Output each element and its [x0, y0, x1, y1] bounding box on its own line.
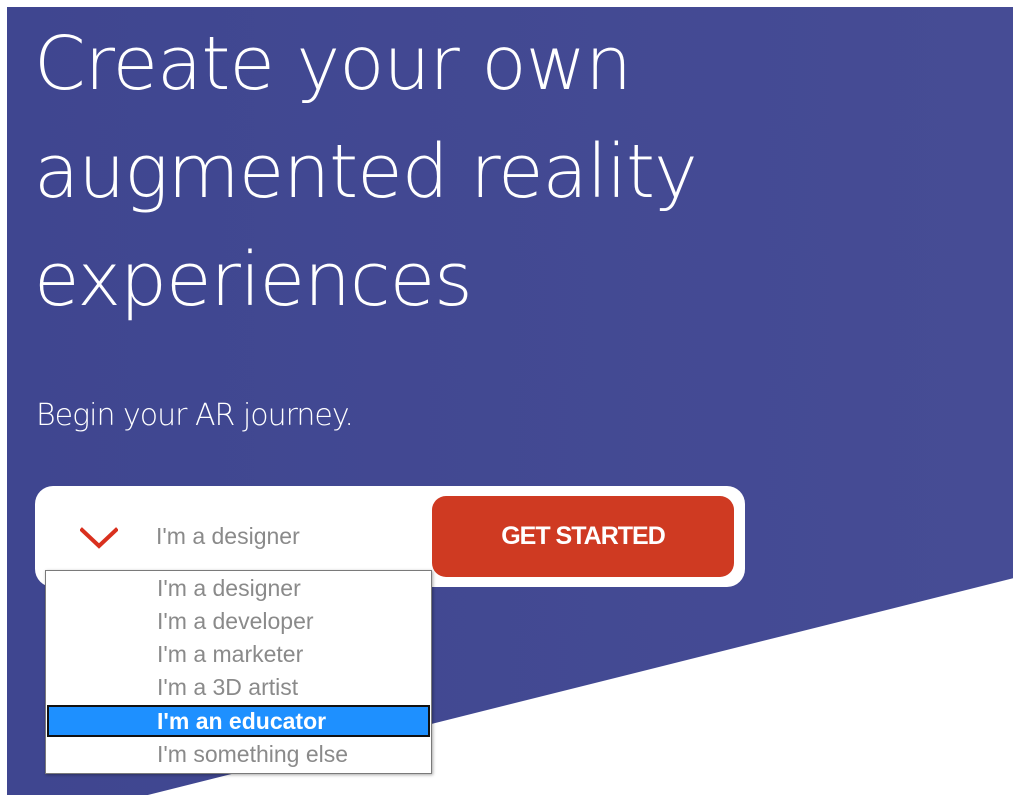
option-3d-artist[interactable]: I'm a 3D artist [47, 671, 430, 703]
chevron-down-icon[interactable] [80, 527, 118, 549]
role-select[interactable]: I'm a designer [156, 523, 300, 550]
get-started-button[interactable]: GET STARTED [432, 496, 734, 577]
headline-line-3: experiences [34, 237, 473, 323]
role-dropdown-list: I'm a designer I'm a developer I'm a mar… [45, 570, 432, 774]
option-educator[interactable]: I'm an educator [47, 705, 430, 737]
option-designer[interactable]: I'm a designer [47, 572, 430, 604]
hero-subheading: Begin your AR journey. [36, 398, 354, 433]
headline-line-2: augmented reality [34, 129, 698, 215]
page: Create your own augmented reality experi… [0, 0, 1013, 795]
hero-headline: Create your own augmented reality experi… [34, 10, 934, 334]
option-something-else[interactable]: I'm something else [47, 738, 430, 770]
option-marketer[interactable]: I'm a marketer [47, 638, 430, 670]
headline-line-1: Create your own [34, 21, 632, 107]
option-developer[interactable]: I'm a developer [47, 605, 430, 637]
